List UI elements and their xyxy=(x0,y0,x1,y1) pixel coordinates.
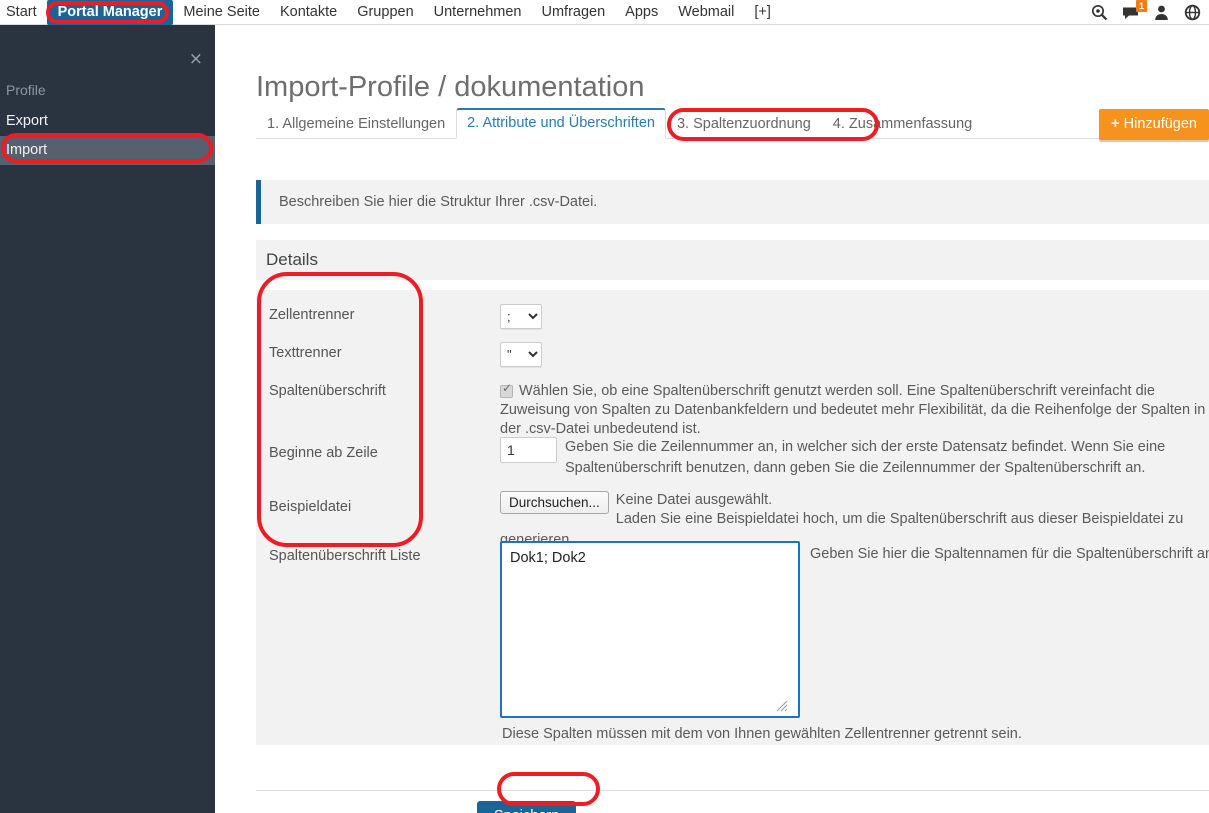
sidebar: × Profile Export Import xyxy=(0,25,215,813)
label-spaltenueberschrift: Spaltenüberschrift xyxy=(269,383,386,399)
nav-item-umfragen[interactable]: Umfragen xyxy=(532,0,616,25)
column-names-row: Dok1; Dok2 xyxy=(500,541,800,723)
nav-item-portal-manager[interactable]: Portal Manager xyxy=(46,0,174,25)
close-icon[interactable]: × xyxy=(189,51,203,68)
label-texttrenner: Texttrenner xyxy=(269,345,342,361)
nav-item-unternehmen[interactable]: Unternehmen xyxy=(424,0,532,25)
label-zellentrenner: Zellentrenner xyxy=(269,307,355,323)
details-section-title: Details xyxy=(266,250,318,269)
nav-item-add-more[interactable]: [+] xyxy=(744,0,781,25)
browse-button[interactable]: Durchsuchen... xyxy=(500,491,609,514)
info-banner: Beschreiben Sie hier die Struktur Ihrer … xyxy=(256,180,1209,224)
nav-item-webmail[interactable]: Webmail xyxy=(668,0,744,25)
wizard-tabs: 1. Allgemeine Einstellungen 2. Attribute… xyxy=(256,108,1209,139)
column-names-note: Diese Spalten müssen mit dem von Ihnen g… xyxy=(502,726,1022,742)
nav-item-start[interactable]: Start xyxy=(0,0,47,25)
sidebar-item-import[interactable]: Import xyxy=(0,136,215,165)
tab-spaltenzuordnung[interactable]: 3. Spaltenzuordnung xyxy=(666,110,822,139)
user-icon[interactable] xyxy=(1153,4,1170,21)
sidebar-section-title: Profile xyxy=(6,82,46,98)
tab-allgemeine-einstellungen[interactable]: 1. Allgemeine Einstellungen xyxy=(256,110,456,139)
header-checkbox-row: Wählen Sie, ob eine Spaltenüberschrift g… xyxy=(500,382,1209,439)
no-file-selected-text: Keine Datei ausgewählt. xyxy=(615,492,773,508)
header-checkbox-description: Wählen Sie, ob eine Spaltenüberschrift g… xyxy=(500,383,1206,437)
search-icon[interactable] xyxy=(1091,4,1108,21)
details-form: Zellentrenner Texttrenner Spaltenübersch… xyxy=(256,290,1209,745)
nav-item-kontakte[interactable]: Kontakte xyxy=(270,0,347,25)
page-title: Import-Profile / dokumentation xyxy=(256,71,645,104)
tab-attribute-und-ueberschriften[interactable]: 2. Attribute und Überschriften xyxy=(456,108,666,139)
column-names-hint: Geben Sie hier die Spaltennamen für die … xyxy=(810,546,1209,562)
start-row-input[interactable] xyxy=(500,437,557,463)
details-section-header: Details xyxy=(256,240,1209,280)
save-button[interactable]: Speichern xyxy=(477,801,577,813)
top-nav-icon-group: 1 xyxy=(1091,0,1209,25)
nav-item-meine-seite[interactable]: Meine Seite xyxy=(173,0,270,25)
footer-divider xyxy=(256,790,1209,791)
info-banner-text: Beschreiben Sie hier die Struktur Ihrer … xyxy=(279,194,598,210)
label-beginne-ab-zeile: Beginne ab Zeile xyxy=(269,445,378,461)
top-navigation-bar: Start Portal Manager Meine Seite Kontakt… xyxy=(0,0,1209,25)
column-names-textarea[interactable]: Dok1; Dok2 xyxy=(500,541,800,718)
nav-item-apps[interactable]: Apps xyxy=(615,0,668,25)
tab-zusammenfassung[interactable]: 4. Zusammenfassung xyxy=(822,110,983,139)
main-content: Import-Profile / dokumentation 1. Allgem… xyxy=(215,25,1209,813)
cell-separator-select[interactable]: ; xyxy=(500,304,542,329)
top-nav-items: Start Portal Manager Meine Seite Kontakt… xyxy=(0,0,781,25)
label-beispieldatei: Beispieldatei xyxy=(269,499,352,515)
text-separator-select[interactable]: " xyxy=(500,342,542,367)
messages-badge: 1 xyxy=(1135,0,1147,12)
start-row-field-row: Geben Sie die Zeilennummer an, in welche… xyxy=(500,437,1209,479)
start-row-description: Geben Sie die Zeilennummer an, in welche… xyxy=(565,439,1166,476)
sidebar-item-export[interactable]: Export xyxy=(0,107,215,136)
checkbox-spaltenueberschrift[interactable] xyxy=(500,382,513,398)
nav-item-gruppen[interactable]: Gruppen xyxy=(347,0,423,25)
add-button[interactable]: + Hinzufügen xyxy=(1099,109,1209,140)
globe-icon[interactable] xyxy=(1184,4,1201,21)
label-spaltenueberschrift-liste: Spaltenüberschrift Liste xyxy=(269,548,421,564)
plus-icon: + xyxy=(1111,116,1120,132)
messages-icon[interactable]: 1 xyxy=(1122,0,1147,21)
add-button-label: Hinzufügen xyxy=(1123,116,1197,132)
